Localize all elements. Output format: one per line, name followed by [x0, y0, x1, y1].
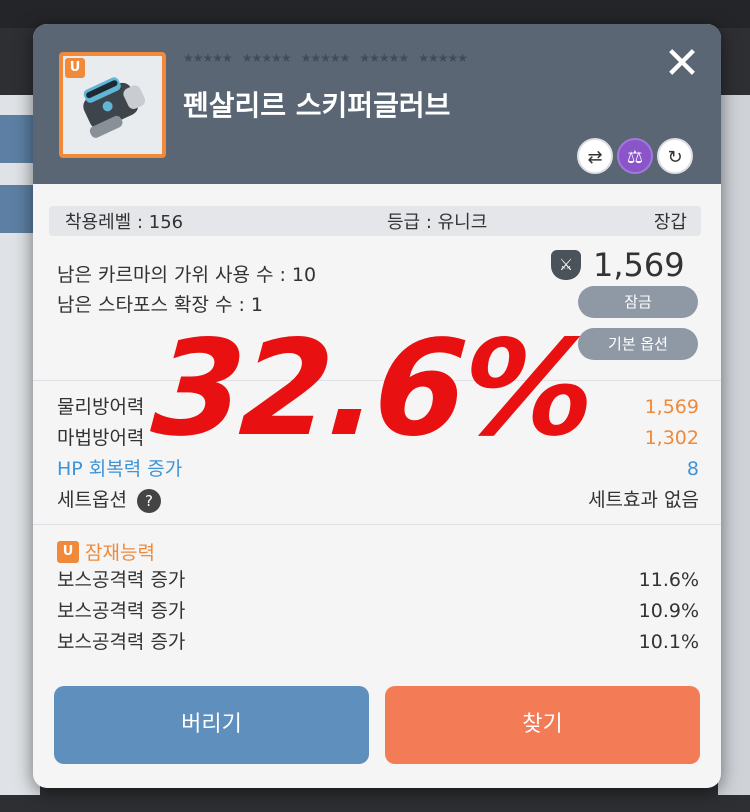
- overlay-percentage-text: 32.6%: [147, 312, 597, 466]
- stat-label: 물리방어력: [57, 396, 145, 418]
- potential-row: 보스공격력 증가 10.1%: [57, 626, 699, 657]
- star-group: ★★★★★: [183, 51, 233, 65]
- star-group: ★★★★★: [418, 51, 468, 65]
- potential-label: 보스공격력 증가: [57, 569, 186, 591]
- item-detail-modal: U ★★★★★ ★★★★★ ★★★★★ ★★★★★ ★★★★★ 펜살리르 스키퍼글러브 …: [33, 24, 721, 788]
- transfer-box-icon[interactable]: ⇄: [577, 138, 613, 174]
- stat-value: 8: [686, 458, 699, 480]
- close-button[interactable]: ✕: [659, 42, 705, 88]
- potential-label: 보스공격력 증가: [57, 600, 186, 622]
- potential-row: 보스공격력 증가 11.6%: [57, 564, 699, 595]
- item-grade: 등급 : 유니크: [387, 212, 488, 233]
- potential-list: 보스공격력 증가 11.6% 보스공격력 증가 10.9% 보스공격력 증가 1…: [57, 564, 699, 657]
- potential-title-label: 잠재능력: [85, 542, 155, 564]
- potential-value: 11.6%: [638, 569, 699, 591]
- item-info-row: 착용레벨 : 156 등급 : 유니크 장갑: [49, 206, 701, 236]
- potential-label: 보스공격력 증가: [57, 631, 186, 653]
- tag-icons: ⇄ ⚖ ↻: [573, 138, 693, 174]
- star-group: ★★★★★: [359, 51, 409, 65]
- stat-label: 세트옵션: [57, 489, 127, 511]
- crossed-swords-shield-icon: ⚔: [551, 250, 581, 280]
- item-type: 장갑: [653, 212, 687, 233]
- star-force-row: ★★★★★ ★★★★★ ★★★★★ ★★★★★ ★★★★★: [183, 50, 563, 65]
- help-icon[interactable]: ?: [136, 488, 161, 513]
- basic-option-button[interactable]: 기본 옵션: [578, 328, 698, 360]
- stat-label: 마법방어력: [57, 427, 145, 449]
- combat-power-value: 1,569: [593, 246, 685, 284]
- set-option-row: 세트옵션? 세트효과 없음: [57, 485, 699, 516]
- item-name: 펜살리르 스키퍼글러브: [183, 89, 451, 122]
- exchange-icon[interactable]: ↻: [657, 138, 693, 174]
- star-group: ★★★★★: [300, 51, 351, 65]
- item-icon-frame: U: [59, 52, 166, 158]
- stat-value: 1,569: [644, 396, 699, 418]
- potential-value: 10.1%: [638, 631, 699, 653]
- divider: [33, 524, 721, 525]
- scale-icon[interactable]: ⚖: [617, 138, 653, 174]
- set-option-label-wrap: 세트옵션?: [57, 485, 161, 516]
- stat-value: 1,302: [644, 427, 699, 449]
- potential-value: 10.9%: [638, 600, 699, 622]
- combat-power: ⚔ 1,569: [551, 246, 685, 284]
- potential-row: 보스공격력 증가 10.9%: [57, 595, 699, 626]
- karma-scissors-count: 남은 카르마의 가위 사용 수 : 10: [57, 264, 317, 286]
- background-right-panel: [718, 95, 750, 795]
- stat-value: 세트효과 없음: [588, 489, 699, 511]
- grade-badge: U: [65, 58, 85, 78]
- find-button[interactable]: 찾기: [385, 686, 700, 764]
- discard-button[interactable]: 버리기: [54, 686, 369, 764]
- required-level: 착용레벨 : 156: [65, 212, 184, 233]
- potential-title: U 잠재능력: [57, 538, 155, 565]
- potential-grade-badge: U: [57, 540, 79, 563]
- karma-info: 남은 카르마의 가위 사용 수 : 10 남은 스타포스 확장 수 : 1: [57, 260, 316, 320]
- star-group: ★★★★★: [241, 51, 292, 65]
- item-header: U ★★★★★ ★★★★★ ★★★★★ ★★★★★ ★★★★★ 펜살리르 스키퍼글러브 …: [33, 24, 721, 184]
